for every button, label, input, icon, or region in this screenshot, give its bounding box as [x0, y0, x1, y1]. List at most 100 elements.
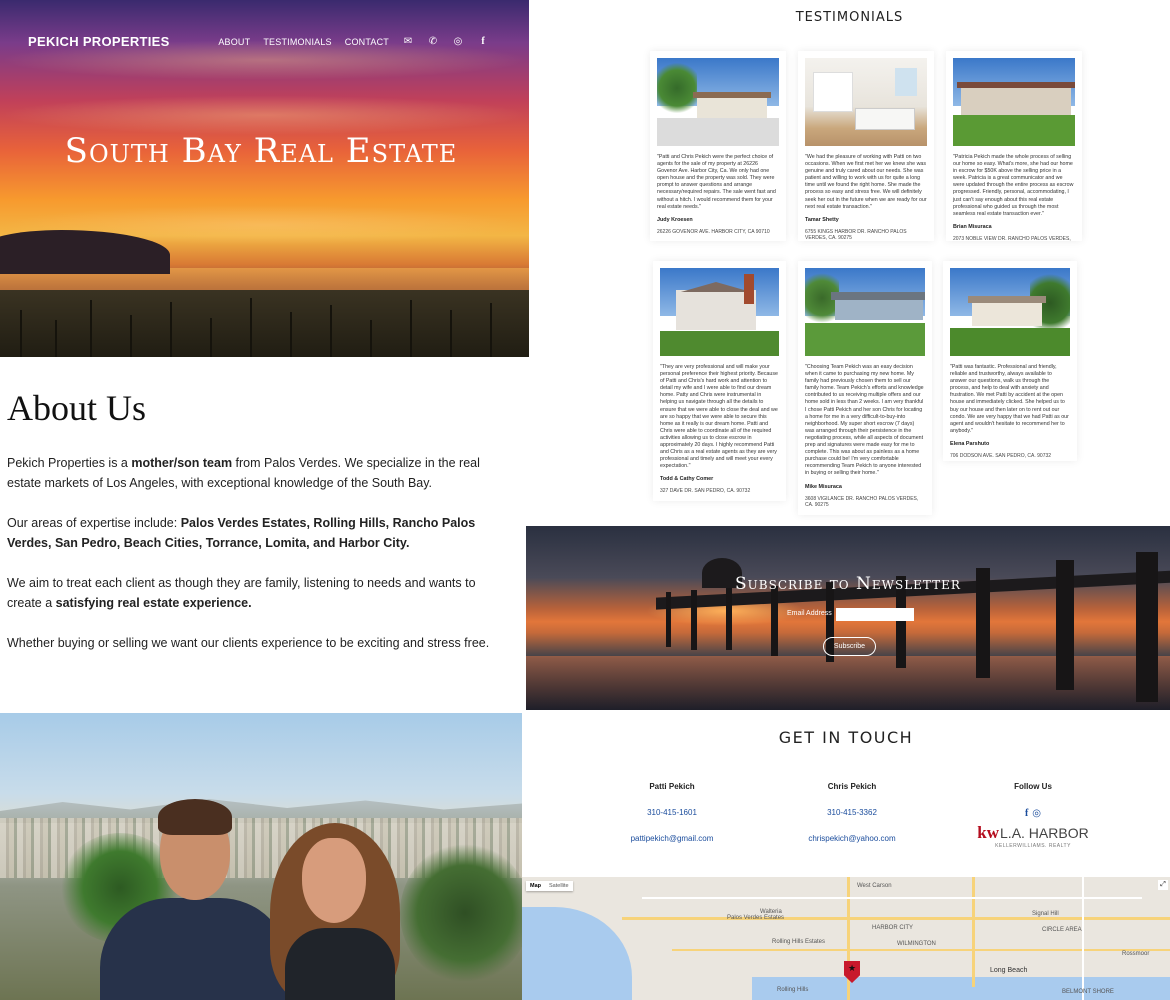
- hero-section: PEKICH PROPERTIES ABOUT TESTIMONIALS CON…: [0, 0, 529, 357]
- testimonial-address: 6755 KINGS HARBOR DR. RANCHO PALOS VERDE…: [805, 228, 907, 242]
- map-road: [847, 877, 850, 1000]
- about-paragraph: We aim to treat each client as though th…: [7, 576, 476, 610]
- pier-post: [666, 592, 671, 647]
- map-road: [972, 877, 975, 987]
- map-tab[interactable]: Map: [526, 881, 545, 891]
- testimonial-address: 26226 GOVENOR AVE. HARBOR CITY, CA 90710: [657, 228, 770, 235]
- about-paragraph: Pekich Properties is a mother/son team f…: [7, 456, 480, 490]
- kitchen-photo: [805, 58, 927, 146]
- testimonial-address: 327 DAVE DR. SAN PEDRO, CA. 90732: [660, 488, 751, 495]
- map-label: Palos Verdes Estates: [727, 915, 785, 921]
- map-label: Rossmoor: [1122, 951, 1150, 957]
- about-title: About Us: [7, 388, 147, 428]
- map-road: [622, 917, 1170, 920]
- agent-email-link[interactable]: chrispekich@yahoo.com: [777, 834, 927, 843]
- about-section: About Us Pekich Properties is a mother/s…: [0, 357, 524, 713]
- nav-contact[interactable]: CONTACT: [345, 37, 389, 47]
- map-type-tabs: Map Satellite: [526, 881, 573, 891]
- testimonial-author: Mike Misuraca: [805, 483, 842, 490]
- newsletter-section: Subscribe to Newsletter Email Address Su…: [526, 526, 1170, 710]
- map-label: Signal Hill: [1032, 911, 1059, 917]
- house-photo: [657, 58, 779, 146]
- testimonial-card: "Patricia Pekich made the whole process …: [946, 51, 1082, 242]
- map-label: HARBOR CITY: [872, 925, 914, 931]
- facebook-icon[interactable]: f: [477, 36, 489, 47]
- man-figure: [100, 898, 290, 1000]
- testimonial-quote: "We had the pleasure of working with Pat…: [805, 154, 927, 210]
- map-label: CIRCLE AREA: [1042, 927, 1082, 933]
- agent-column: Patti Pekich 310-415-1601 pattipekich@gm…: [597, 782, 747, 843]
- nav-about[interactable]: ABOUT: [218, 37, 250, 47]
- map-road: [672, 949, 1170, 951]
- testimonial-address: 2073 NOBLE VIEW DR. RANCHO PALOS VERDES,: [953, 235, 1071, 242]
- nav-testimonials[interactable]: TESTIMONIALS: [263, 37, 331, 47]
- testimonial-author: Judy Kroesen: [657, 216, 693, 223]
- agent-name: Patti Pekich: [649, 782, 695, 791]
- site-brand[interactable]: PEKICH PROPERTIES: [28, 34, 170, 49]
- instagram-icon[interactable]: ◎: [452, 36, 464, 47]
- contact-title: GET IN TOUCH: [778, 728, 914, 747]
- testimonials-title: TESTIMONIALS: [795, 10, 904, 25]
- envelope-icon[interactable]: ✉: [402, 36, 414, 47]
- map-label: WILMINGTON: [897, 941, 936, 947]
- map-water: [522, 907, 632, 1000]
- about-paragraph: Whether buying or selling we want our cl…: [7, 636, 490, 650]
- pier-post: [691, 590, 697, 650]
- testimonial-author: Brian Misuraca: [953, 223, 992, 230]
- newsletter-title: Subscribe to Newsletter: [735, 574, 961, 594]
- testimonial-quote: "Patti and Chris Pekich were the perfect…: [657, 154, 776, 210]
- testimonial-card: "We had the pleasure of working with Pat…: [798, 51, 934, 241]
- hero-title: South Bay Real Estate: [64, 131, 458, 171]
- agent-column: Chris Pekich 310-415-3362 chrispekich@ya…: [777, 782, 927, 843]
- map-label: BELMONT SHORE: [1062, 989, 1114, 995]
- testimonials-section: TESTIMONIALS "Patti and Chris Pekich wer…: [529, 0, 1170, 526]
- about-paragraph: Our areas of expertise include: Palos Ve…: [7, 516, 476, 550]
- contact-section: GET IN TOUCH Patti Pekich 310-415-1601 p…: [522, 710, 1170, 877]
- phone-icon[interactable]: ✆: [427, 36, 439, 47]
- tree: [400, 843, 522, 983]
- satellite-tab[interactable]: Satellite: [545, 881, 573, 891]
- keller-williams-logo: kw L.A. HARBOR: [977, 823, 1089, 842]
- testimonial-card: "Choosing Team Pekich was an easy decisi…: [798, 261, 932, 515]
- email-label: Email Address: [787, 610, 832, 617]
- agent-email-link[interactable]: pattipekich@gmail.com: [597, 834, 747, 843]
- instagram-icon[interactable]: ◎: [1032, 808, 1041, 819]
- testimonial-card: "They are very professional and will mak…: [653, 261, 786, 501]
- team-photo: [0, 713, 522, 1000]
- testimonial-quote: "Patti was fantastic. Professional and f…: [950, 364, 1069, 434]
- newsletter-email-input[interactable]: [836, 608, 914, 621]
- fullscreen-icon[interactable]: ⤢: [1158, 880, 1168, 890]
- testimonial-author: Todd & Cathy Comer: [660, 476, 714, 483]
- cloud-band: [0, 95, 529, 135]
- agent-phone-link[interactable]: 310-415-3362: [777, 808, 927, 817]
- subscribe-button[interactable]: Subscribe: [823, 637, 876, 656]
- testimonial-address: 706 DODSON AVE. SAN PEDRO, CA. 90732: [950, 452, 1052, 459]
- woman-figure: [285, 928, 395, 1000]
- pier-post: [771, 586, 778, 656]
- testimonial-address: 3608 VIGILANCE DR. RANCHO PALOS VERDES, …: [805, 495, 919, 509]
- man-hair: [158, 799, 232, 835]
- house-photo: [660, 268, 779, 356]
- follow-title: Follow Us: [1014, 782, 1052, 791]
- main-nav: ABOUT TESTIMONIALS CONTACT ✉ ✆ ◎ f: [218, 36, 489, 47]
- testimonial-quote: "Choosing Team Pekich was an easy decisi…: [805, 364, 924, 477]
- testimonial-author: Tamar Shetty: [805, 216, 839, 223]
- testimonial-card: "Patti was fantastic. Professional and f…: [943, 261, 1077, 461]
- follow-column: Follow Us f ◎ kw L.A. HARBOR KELLERWILLIA…: [958, 782, 1108, 849]
- map-label: Rolling Hills: [777, 987, 809, 993]
- grass-foreground: [0, 290, 529, 357]
- woman-face: [302, 838, 366, 923]
- location-map[interactable]: West Carson Walteria Palos Verdes Estate…: [522, 877, 1170, 1000]
- facebook-icon[interactable]: f: [1025, 808, 1028, 819]
- logo-subtitle: KELLERWILLIAMS. REALTY: [995, 843, 1071, 849]
- testimonial-quote: "They are very professional and will mak…: [660, 364, 778, 470]
- map-label: West Carson: [857, 883, 892, 889]
- house-photo: [805, 268, 925, 356]
- house-photo: [950, 268, 1070, 356]
- house-photo: [953, 58, 1075, 146]
- testimonial-quote: "Patricia Pekich made the whole process …: [953, 154, 1074, 217]
- social-links: f ◎: [958, 808, 1108, 819]
- testimonial-author: Elena Parshuto: [950, 440, 990, 447]
- agent-phone-link[interactable]: 310-415-1601: [597, 808, 747, 817]
- map-label: Long Beach: [990, 967, 1028, 974]
